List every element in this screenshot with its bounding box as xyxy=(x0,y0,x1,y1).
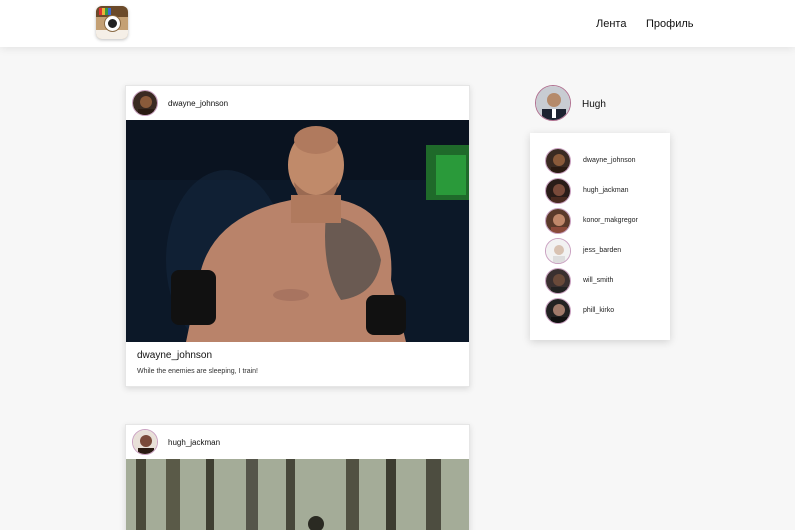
current-user-name[interactable]: Hugh xyxy=(582,99,606,110)
post-image[interactable] xyxy=(126,459,469,530)
list-item[interactable]: dwayne_johnson xyxy=(545,148,665,174)
post-card: hugh_jackman xyxy=(125,424,470,530)
list-item-username[interactable]: jess_barden xyxy=(583,247,621,254)
avatar[interactable] xyxy=(535,85,571,121)
nav-feed-link[interactable]: Лента xyxy=(596,18,626,30)
caption-username[interactable]: dwayne_johnson xyxy=(137,350,212,361)
list-item-username[interactable]: will_smith xyxy=(583,277,613,284)
list-item[interactable]: will_smith xyxy=(545,268,665,294)
top-header: Лента Профиль xyxy=(0,0,795,47)
list-item[interactable]: phill_kirko xyxy=(545,298,665,324)
post-card: dwayne_johnson dwayne_johnson While the … xyxy=(125,85,470,387)
following-list: dwayne_johnson hugh_jackman konor_makgre… xyxy=(530,133,670,340)
caption-text: While the enemies are sleeping, I train! xyxy=(137,368,259,375)
avatar xyxy=(545,298,571,324)
list-item-username[interactable]: konor_makgregor xyxy=(583,217,638,224)
list-item[interactable]: konor_makgregor xyxy=(545,208,665,234)
avatar xyxy=(545,268,571,294)
post-header: hugh_jackman xyxy=(126,425,469,459)
instagram-logo-icon[interactable] xyxy=(96,6,128,39)
list-item-username[interactable]: hugh_jackman xyxy=(583,187,629,194)
list-item-username[interactable]: phill_kirko xyxy=(583,307,614,314)
avatar xyxy=(545,178,571,204)
post-image[interactable] xyxy=(126,120,469,342)
avatar[interactable] xyxy=(132,429,158,455)
post-header: dwayne_johnson xyxy=(126,86,469,120)
nav-profile-link[interactable]: Профиль xyxy=(646,18,694,30)
avatar xyxy=(545,148,571,174)
post-username[interactable]: dwayne_johnson xyxy=(168,99,228,108)
list-item-username[interactable]: dwayne_johnson xyxy=(583,157,636,164)
avatar xyxy=(545,208,571,234)
list-item[interactable]: hugh_jackman xyxy=(545,178,665,204)
avatar xyxy=(545,238,571,264)
list-item[interactable]: jess_barden xyxy=(545,238,665,264)
post-username[interactable]: hugh_jackman xyxy=(168,438,220,447)
avatar[interactable] xyxy=(132,90,158,116)
